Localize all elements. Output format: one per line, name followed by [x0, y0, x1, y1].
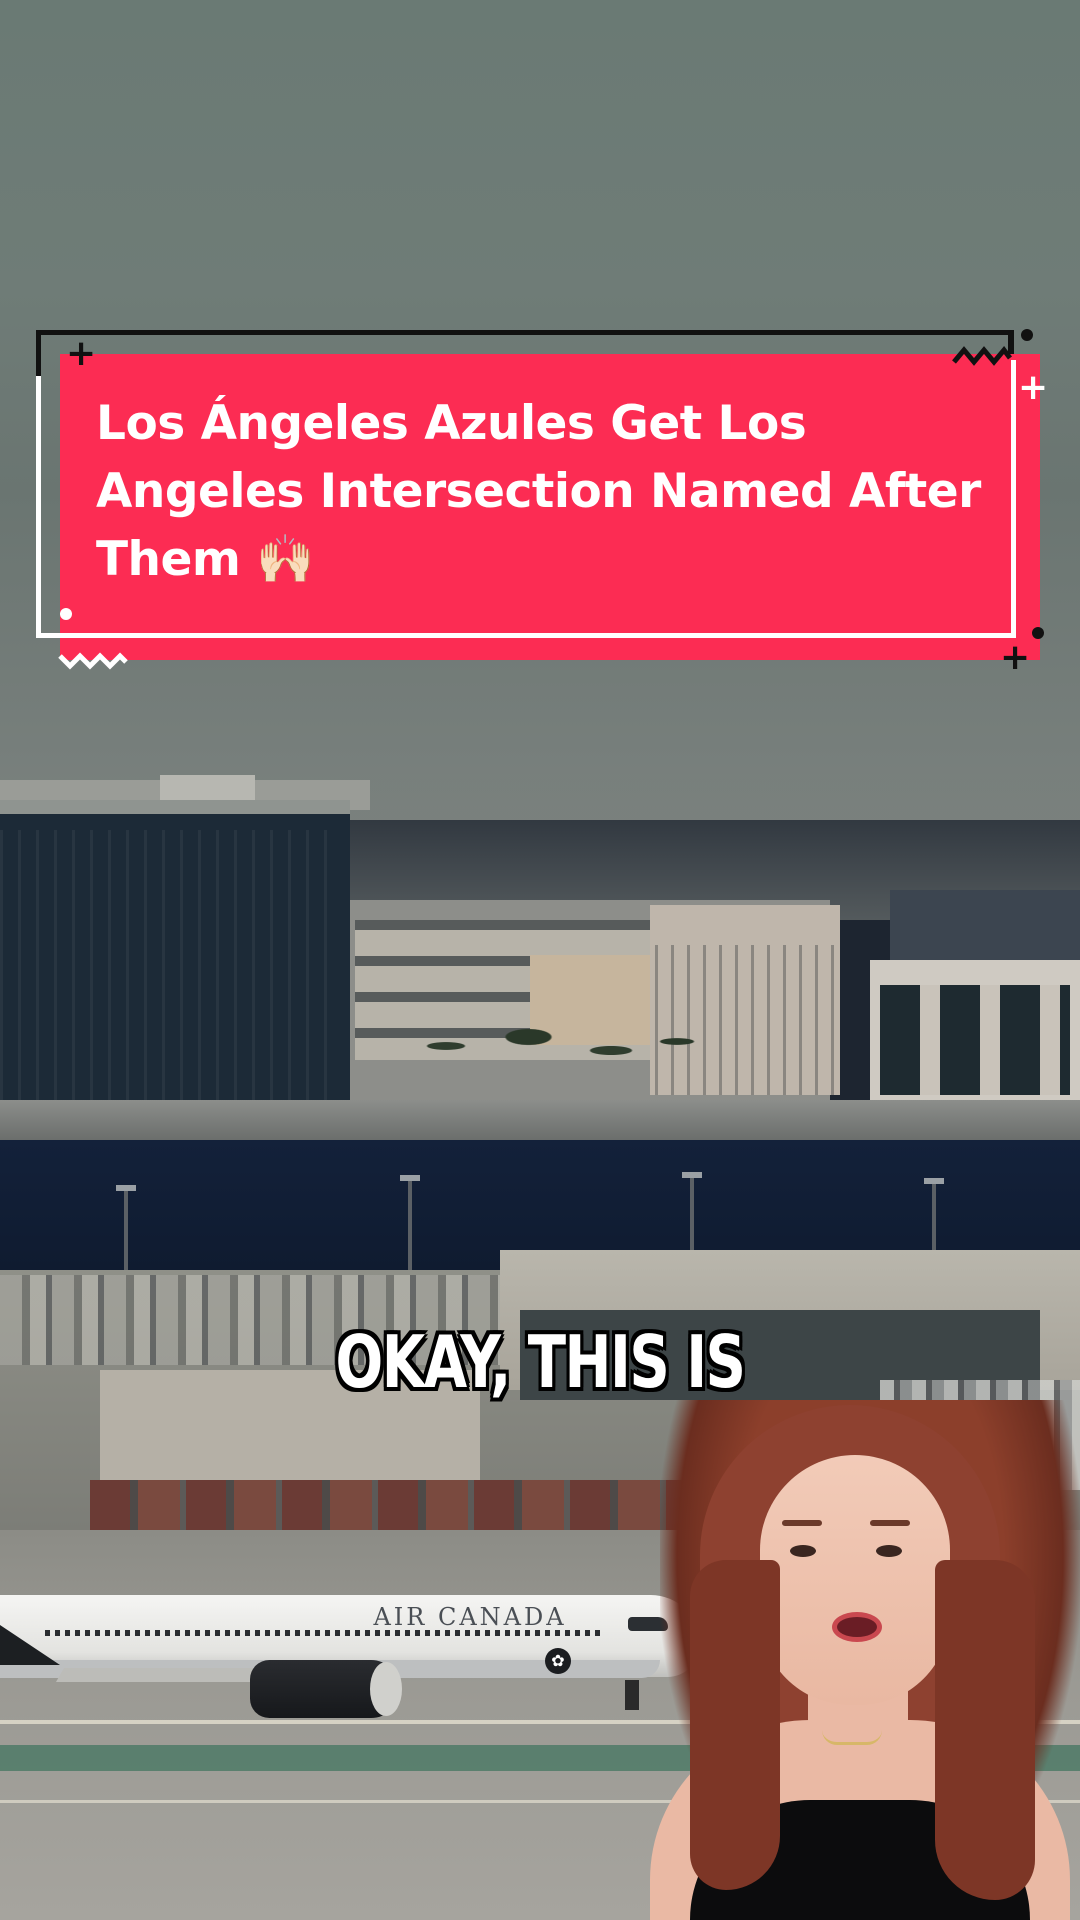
terminal-roof-ledge [0, 1100, 1080, 1140]
presenter-hair-left [690, 1560, 780, 1890]
light-pole [400, 1175, 420, 1280]
plus-icon: + [1018, 367, 1049, 408]
left-building-roof-structure [160, 775, 255, 800]
banner-white-outline-right [1011, 360, 1016, 638]
cargo-trucks [90, 1480, 690, 1530]
left-building-facade [0, 830, 340, 1120]
zigzag-icon [952, 345, 1012, 366]
dot-icon [1021, 329, 1033, 341]
presenter-face [760, 1455, 950, 1705]
subtitle-caption: OKAY, THIS IS [335, 1320, 746, 1404]
light-pole [116, 1185, 136, 1280]
presenter-mouth [832, 1612, 882, 1642]
presenter-necklace [822, 1730, 882, 1745]
presenter-hair-right [935, 1560, 1035, 1900]
zigzag-icon [58, 652, 128, 670]
video-frame: AIR CANADA ✿ + + + Los Ángeles Azules Ge… [0, 0, 1080, 1920]
right-building-b-windows [880, 985, 1070, 1095]
airplane-engine-intake [370, 1662, 402, 1716]
presenter-eyebrow [782, 1520, 822, 1526]
presenter-eye [790, 1545, 816, 1557]
presenter-eyebrow [870, 1520, 910, 1526]
palm-trees [380, 1010, 710, 1100]
dot-icon [60, 608, 72, 620]
maple-leaf-icon: ✿ [545, 1648, 571, 1674]
headline-text: Los Ángeles Azules Get Los Angeles Inter… [96, 396, 981, 587]
plus-icon: + [1000, 637, 1031, 678]
presenter-eye [876, 1545, 902, 1557]
right-building-top [890, 890, 1080, 960]
plus-icon: + [66, 333, 97, 374]
airline-livery-text: AIR CANADA [373, 1603, 567, 1631]
airplane-landing-gear [625, 1680, 639, 1710]
dot-icon [1032, 627, 1044, 639]
